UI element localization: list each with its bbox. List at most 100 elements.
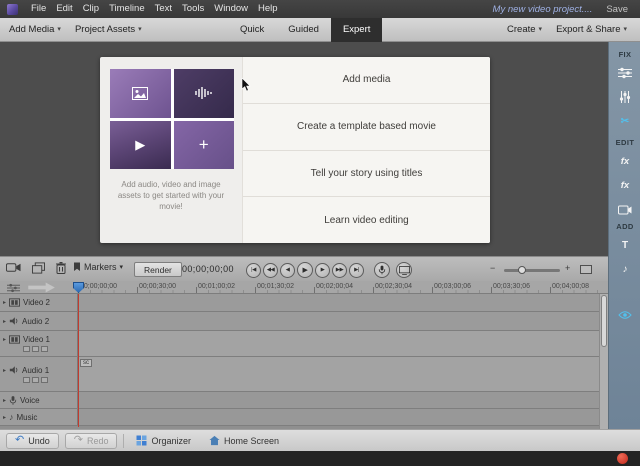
grab-frame-button[interactable] bbox=[6, 262, 21, 273]
menu-clip[interactable]: Clip bbox=[78, 0, 104, 18]
tile-audio[interactable] bbox=[174, 69, 235, 118]
effects-icon[interactable]: fx bbox=[609, 152, 640, 170]
elements-badge-icon[interactable] bbox=[617, 453, 628, 464]
delete-button[interactable] bbox=[56, 262, 66, 274]
markers-dropdown[interactable]: Markers ▾ bbox=[73, 262, 123, 272]
track-option-button[interactable] bbox=[41, 377, 48, 383]
adjust-icon[interactable] bbox=[609, 64, 640, 82]
track-header-audio2[interactable]: ▸ Audio 2 bbox=[0, 312, 78, 330]
action-add-media[interactable]: Add media bbox=[243, 57, 490, 104]
organizer-grid-icon bbox=[136, 435, 147, 446]
narration-button[interactable] bbox=[374, 262, 392, 278]
time-ruler[interactable]: 00;00;00;00 00;00;30;00 00;01;00;02 00;0… bbox=[0, 281, 608, 294]
track-lane-audio2[interactable] bbox=[78, 312, 608, 330]
applied-effects-icon[interactable]: fx bbox=[609, 176, 640, 194]
expand-triangle-icon[interactable]: ▸ bbox=[3, 336, 6, 343]
redo-button[interactable]: ↷ Redo bbox=[65, 433, 118, 449]
save-button[interactable]: Save bbox=[606, 4, 628, 15]
home-screen-label: Home Screen bbox=[224, 436, 279, 446]
scissors-icon: ✂ bbox=[621, 116, 629, 127]
speaker-icon bbox=[9, 316, 19, 326]
track-settings-icon[interactable] bbox=[7, 283, 20, 293]
expand-triangle-icon[interactable]: ▸ bbox=[3, 318, 6, 325]
menu-file[interactable]: File bbox=[26, 0, 51, 18]
tab-quick[interactable]: Quick bbox=[228, 18, 276, 42]
menu-timeline[interactable]: Timeline bbox=[104, 0, 150, 18]
track-header-video2[interactable]: ▸ Video 2 bbox=[0, 294, 78, 311]
track-name: Video 1 bbox=[23, 335, 50, 344]
track-lane-video2[interactable] bbox=[78, 294, 608, 311]
timeline-scrollbar[interactable] bbox=[599, 294, 608, 429]
markers-label: Markers bbox=[84, 262, 117, 272]
track-option-button[interactable] bbox=[23, 377, 30, 383]
menu-tools[interactable]: Tools bbox=[177, 0, 209, 18]
go-to-previous-button[interactable]: |◀ bbox=[246, 263, 261, 278]
project-assets-button[interactable]: Project Assets ▾ bbox=[68, 18, 149, 42]
track-header-audio1[interactable]: ▸ Audio 1 bbox=[0, 357, 78, 391]
track-option-button[interactable] bbox=[41, 346, 48, 352]
media-tiles: ▶ + bbox=[110, 69, 234, 169]
home-screen-button[interactable]: Home Screen bbox=[203, 435, 285, 446]
preview-eye-icon[interactable] bbox=[609, 306, 640, 324]
tile-add[interactable]: + bbox=[174, 121, 235, 170]
undo-icon: ↶ bbox=[15, 435, 24, 446]
frame-forward-button[interactable]: ▶ bbox=[315, 263, 330, 278]
fit-timeline-button[interactable] bbox=[580, 265, 592, 274]
action-titles[interactable]: Tell your story using titles bbox=[243, 151, 490, 198]
track-lane-audio1[interactable] bbox=[78, 357, 608, 391]
action-template-movie[interactable]: Create a template based movie bbox=[243, 104, 490, 151]
zoom-in-icon[interactable]: + bbox=[565, 263, 570, 273]
rewind-button[interactable]: ◀◀ bbox=[263, 263, 278, 278]
track-header-video1[interactable]: ▸ Video 1 bbox=[0, 331, 78, 356]
zoom-slider[interactable] bbox=[504, 269, 560, 272]
tile-photo[interactable] bbox=[110, 69, 171, 118]
menu-text[interactable]: Text bbox=[150, 0, 177, 18]
zoom-out-icon[interactable]: − bbox=[490, 263, 495, 273]
go-to-next-button[interactable]: ▶| bbox=[349, 263, 364, 278]
expand-triangle-icon[interactable]: ▸ bbox=[3, 414, 6, 421]
expand-triangle-icon[interactable]: ▸ bbox=[3, 367, 6, 374]
track-lane-voice[interactable] bbox=[78, 392, 608, 408]
expand-triangle-icon[interactable]: ▸ bbox=[3, 397, 6, 404]
undo-button[interactable]: ↶ Undo bbox=[6, 433, 59, 449]
fast-forward-button[interactable]: ▶▶ bbox=[332, 263, 347, 278]
timecode-display[interactable]: 00;00;00;00 bbox=[182, 264, 234, 274]
menu-help[interactable]: Help bbox=[253, 0, 283, 18]
smart-trim-icon[interactable]: ✂ bbox=[609, 112, 640, 130]
timeline-scrollbar-thumb[interactable] bbox=[601, 295, 607, 347]
graphics-icon[interactable] bbox=[609, 200, 640, 218]
playhead-line bbox=[78, 294, 79, 427]
auto-fix-icon[interactable] bbox=[609, 88, 640, 106]
track-option-button[interactable] bbox=[32, 346, 39, 352]
create-button[interactable]: Create ▾ bbox=[500, 18, 549, 42]
action-bar: FIX ✂ EDIT fx fx ADD T ♪ bbox=[608, 42, 640, 429]
track-lane-music[interactable] bbox=[78, 409, 608, 425]
top-toolbar: Add Media ▾ Project Assets ▾ Quick Guide… bbox=[0, 18, 640, 42]
duplicate-button[interactable] bbox=[32, 262, 45, 274]
add-media-button[interactable]: Add Media ▾ bbox=[2, 18, 68, 42]
track-option-button[interactable] bbox=[23, 346, 30, 352]
tile-video[interactable]: ▶ bbox=[110, 121, 171, 170]
music-icon[interactable]: ♪ bbox=[609, 260, 640, 278]
tab-expert[interactable]: Expert bbox=[331, 18, 382, 42]
undo-label: Undo bbox=[28, 436, 50, 446]
play-button[interactable]: ▶ bbox=[297, 262, 313, 278]
transport-controls: |◀ ◀◀ ◀ ▶ ▶ ▶▶ ▶| bbox=[246, 262, 366, 278]
tab-guided[interactable]: Guided bbox=[276, 18, 331, 42]
render-label: Render bbox=[144, 265, 172, 275]
track-lane-video1[interactable] bbox=[78, 331, 608, 356]
titles-icon[interactable]: T bbox=[609, 236, 640, 254]
expand-triangle-icon[interactable]: ▸ bbox=[3, 299, 6, 306]
track-header-voice[interactable]: ▸ Voice bbox=[0, 392, 78, 408]
track-option-button[interactable] bbox=[32, 377, 39, 383]
frame-back-button[interactable]: ◀ bbox=[280, 263, 295, 278]
track-header-music[interactable]: ▸ ♪ Music bbox=[0, 409, 78, 425]
menu-edit[interactable]: Edit bbox=[51, 0, 77, 18]
menu-window[interactable]: Window bbox=[209, 0, 253, 18]
organizer-button[interactable]: Organizer bbox=[130, 435, 197, 446]
fullscreen-preview-button[interactable] bbox=[396, 262, 414, 278]
export-share-button[interactable]: Export & Share ▾ bbox=[549, 18, 634, 42]
zoom-slider-knob[interactable] bbox=[518, 266, 526, 274]
render-button[interactable]: Render bbox=[134, 262, 182, 277]
action-learn-editing[interactable]: Learn video editing bbox=[243, 197, 490, 243]
